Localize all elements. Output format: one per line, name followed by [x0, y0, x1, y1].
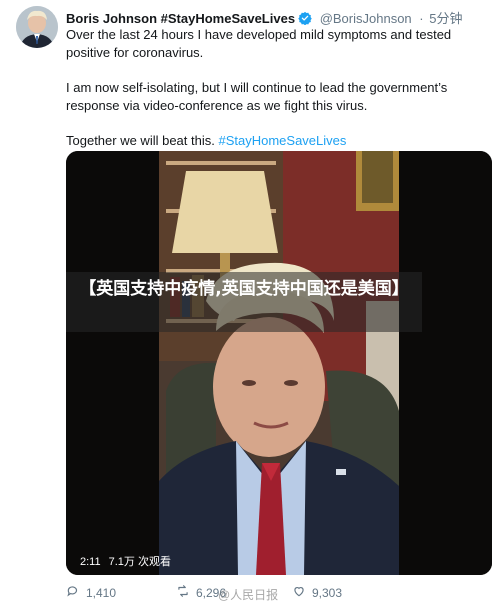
- tweet-paragraph-1: Over the last 24 hours I have developed …: [66, 27, 452, 60]
- hashtag-link[interactable]: #StayHomeSaveLives: [218, 133, 346, 148]
- video-view-count: 7.1万 次观看: [108, 556, 171, 568]
- author-handle[interactable]: @BorisJohnson: [320, 11, 412, 26]
- tweet-paragraph-3-text: Together we will beat this.: [66, 133, 215, 148]
- tweet-paragraph-2: I am now self-isolating, but I will cont…: [66, 80, 448, 113]
- avatar[interactable]: [16, 6, 58, 48]
- video-meta: 2:11 7.1万 次观看: [80, 553, 171, 569]
- video-duration: 2:11: [80, 556, 101, 568]
- author-name[interactable]: Boris Johnson #StayHomeSaveLives: [66, 11, 295, 26]
- reply-icon: [66, 584, 80, 601]
- like-count: 9,303: [312, 585, 343, 600]
- heart-icon: [292, 584, 306, 601]
- reply-action[interactable]: 1,410: [66, 584, 116, 601]
- tweet-paragraph-3: Together we will beat this. #StayHomeSav…: [66, 132, 466, 150]
- video-player[interactable]: [66, 151, 492, 575]
- tweet-timestamp[interactable]: 5分钟: [429, 11, 462, 26]
- tweet: Boris Johnson #StayHomeSaveLives @BorisJ…: [0, 0, 500, 607]
- verified-badge-icon: [298, 11, 312, 26]
- reply-count: 1,410: [86, 585, 117, 600]
- retweet-icon: [176, 584, 190, 601]
- video-frame: [66, 151, 492, 575]
- overlay-caption: 【英国支持中疫情,英国支持中国还是美国】: [66, 272, 422, 332]
- header-separator: ·: [419, 11, 424, 26]
- tweet-body: Over the last 24 hours I have developed …: [66, 26, 466, 150]
- watermark: @人民日报: [218, 588, 279, 602]
- tweet-header: Boris Johnson #StayHomeSaveLives @BorisJ…: [66, 8, 462, 27]
- like-action[interactable]: 9,303: [292, 584, 342, 601]
